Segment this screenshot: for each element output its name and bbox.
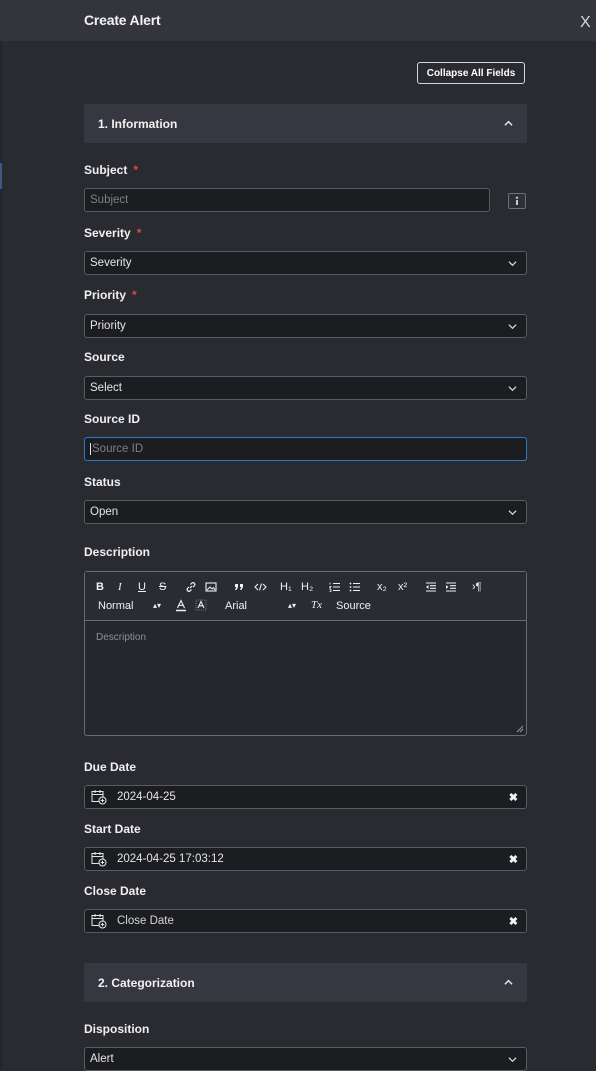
required-marker: * xyxy=(136,226,142,240)
subject-input[interactable]: Subject xyxy=(84,188,490,212)
image-icon[interactable] xyxy=(205,581,217,593)
status-label: Status xyxy=(84,475,121,489)
indent-icon[interactable] xyxy=(445,581,457,593)
close-date-input[interactable]: Close Date ✖ xyxy=(84,909,527,933)
left-edge xyxy=(0,41,2,1069)
collapse-all-fields-button[interactable]: Collapse All Fields xyxy=(417,62,525,84)
code-block-icon[interactable] xyxy=(254,581,267,593)
start-date-value: 2024-04-25 17:03:12 xyxy=(117,853,224,865)
clear-icon[interactable]: ✖ xyxy=(509,853,518,866)
close-icon[interactable]: X xyxy=(580,14,591,32)
info-icon[interactable] xyxy=(508,193,526,209)
chevron-down-icon xyxy=(508,261,517,267)
priority-select[interactable]: Priority xyxy=(84,314,527,338)
link-icon[interactable] xyxy=(185,581,197,593)
chevron-down-icon xyxy=(508,510,517,516)
severity-value: Severity xyxy=(90,257,132,269)
status-value: Open xyxy=(90,506,119,518)
priority-label: Priority * xyxy=(84,288,137,302)
superscript-button[interactable]: x² xyxy=(398,581,407,593)
blockquote-icon[interactable] xyxy=(233,581,245,593)
description-placeholder: Description xyxy=(96,632,147,643)
start-date-label: Start Date xyxy=(84,822,141,836)
outdent-icon[interactable] xyxy=(425,581,437,593)
format-select[interactable]: Normal xyxy=(98,600,133,612)
start-date-input[interactable]: 2024-04-25 17:03:12 ✖ xyxy=(84,847,527,871)
description-label: Description xyxy=(84,545,151,559)
calendar-icon xyxy=(91,852,107,867)
due-date-input[interactable]: 2024-04-25 ✖ xyxy=(84,785,527,809)
ordered-list-icon[interactable] xyxy=(329,581,341,593)
clear-icon[interactable]: ✖ xyxy=(509,915,518,928)
source-label: Source xyxy=(84,350,125,364)
severity-label: Severity * xyxy=(84,226,142,240)
source-id-placeholder: Source ID xyxy=(92,443,144,455)
subject-placeholder: Subject xyxy=(90,194,129,206)
chevron-up-icon xyxy=(504,120,513,126)
priority-value: Priority xyxy=(90,320,126,332)
subscript-button[interactable]: x₂ xyxy=(377,581,387,593)
clear-format-button[interactable]: Tx xyxy=(311,599,322,611)
source-button[interactable]: Source xyxy=(336,600,371,612)
background-color-icon[interactable] xyxy=(195,599,207,612)
due-date-value: 2024-04-25 xyxy=(117,791,176,803)
chevron-down-icon xyxy=(508,324,517,330)
font-select[interactable]: Arial xyxy=(225,600,247,612)
chevron-down-icon xyxy=(508,1057,517,1063)
due-date-label: Due Date xyxy=(84,760,137,774)
subject-label: Subject * xyxy=(84,163,139,177)
chevron-up-icon xyxy=(504,979,513,985)
source-id-label: Source ID xyxy=(84,412,141,426)
section-categorization-header[interactable]: 2. Categorization xyxy=(84,963,527,1002)
strike-button[interactable]: S xyxy=(159,581,166,593)
left-edge-marker xyxy=(0,163,2,189)
severity-select[interactable]: Severity xyxy=(84,251,527,275)
required-marker: * xyxy=(133,163,139,177)
text-direction-button[interactable]: ›¶ xyxy=(472,581,482,593)
chevron-down-icon xyxy=(508,386,517,392)
italic-button[interactable]: I xyxy=(118,581,122,593)
text-cursor xyxy=(90,443,91,455)
section-information-header[interactable]: 1. Information xyxy=(84,104,527,143)
status-select[interactable]: Open xyxy=(84,500,527,524)
description-editor[interactable]: B I U S H₁ H₂ x₂ x² ›¶ Normal ▴▾ Arial ▴… xyxy=(84,571,527,736)
bullet-list-icon[interactable] xyxy=(349,581,361,593)
font-select-arrows-icon[interactable]: ▴▾ xyxy=(288,600,296,612)
bold-button[interactable]: B xyxy=(96,581,104,593)
source-select[interactable]: Select xyxy=(84,376,527,400)
heading-1-button[interactable]: H₁ xyxy=(280,581,292,593)
modal-title: Create Alert xyxy=(84,12,161,28)
section-title: 1. Information xyxy=(98,116,178,131)
disposition-label: Disposition xyxy=(84,1022,150,1036)
calendar-icon xyxy=(91,914,107,929)
close-date-label: Close Date xyxy=(84,884,147,898)
close-date-placeholder: Close Date xyxy=(117,915,174,927)
source-value: Select xyxy=(90,382,122,394)
section-title: 2. Categorization xyxy=(98,975,195,990)
required-marker: * xyxy=(132,288,137,302)
calendar-icon xyxy=(91,790,107,805)
heading-2-button[interactable]: H₂ xyxy=(301,581,313,593)
source-id-input[interactable]: Source ID xyxy=(84,437,527,461)
font-color-icon[interactable] xyxy=(175,599,187,612)
resize-grip-icon[interactable] xyxy=(516,725,524,733)
disposition-value: Alert xyxy=(90,1053,114,1065)
disposition-select[interactable]: Alert xyxy=(84,1047,527,1071)
format-select-arrows-icon[interactable]: ▴▾ xyxy=(153,600,161,612)
editor-toolbar: B I U S H₁ H₂ x₂ x² ›¶ Normal ▴▾ Arial ▴… xyxy=(85,572,526,621)
underline-button[interactable]: U xyxy=(138,581,146,593)
clear-icon[interactable]: ✖ xyxy=(509,791,518,804)
